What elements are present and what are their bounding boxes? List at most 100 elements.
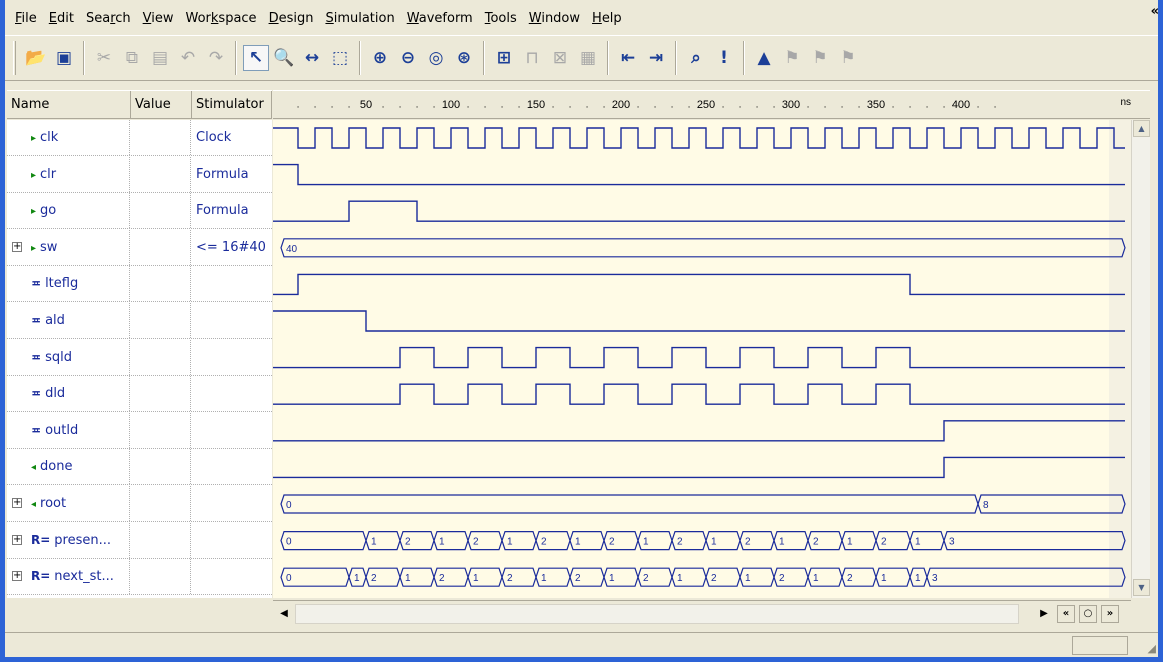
expand-icon[interactable]: + (12, 498, 22, 508)
signal-name[interactable]: ▸ clk (7, 120, 130, 155)
zoom-in-icon[interactable]: ⊕ (367, 45, 393, 71)
signal-row-root[interactable]: + ◂ root (7, 486, 272, 522)
select-region-icon[interactable]: ⬚ (327, 45, 353, 71)
signal-row-clk[interactable]: ▸ clk Clock (7, 120, 272, 156)
scroll-down-icon[interactable]: ▼ (1133, 579, 1150, 596)
expand-icon[interactable]: + (12, 241, 22, 252)
menu-edit[interactable]: Edit (43, 8, 80, 30)
signal-name[interactable]: + R= presen... (7, 522, 130, 558)
scroll-left-icon[interactable]: ◀ (275, 605, 293, 623)
find-icon[interactable]: ⌕ (683, 45, 709, 71)
goto-end-icon[interactable]: » (1101, 605, 1119, 623)
redo-icon[interactable]: ↷ (203, 45, 229, 71)
signal-name[interactable]: + ▸ sw (7, 229, 130, 265)
signal-stimulator[interactable] (192, 523, 272, 558)
time-ruler[interactable]: · · · · · · · · · · · · · · · · · · · · · · · · · · · · · · · · · · 50 100 1… (273, 90, 1150, 119)
goto-start-icon[interactable]: « (1057, 605, 1075, 623)
signal-stimulator[interactable] (192, 449, 272, 484)
ruler-tick: · (637, 103, 640, 113)
expand-icon[interactable]: + (12, 571, 22, 582)
bus-icon[interactable]: ⊠ (547, 45, 573, 71)
horizontal-scrollbar[interactable]: ◀ ▶ « ○ » (273, 600, 1131, 627)
bookmark-prev-icon[interactable]: ⚑ (779, 45, 805, 71)
signal-stimulator[interactable]: Formula (192, 193, 272, 228)
signal-stimulator[interactable]: Formula (192, 157, 272, 192)
vertical-scrollbar[interactable]: ▲ ▼ (1131, 120, 1150, 598)
signal-stimulator[interactable] (192, 303, 272, 338)
zoom-fit-icon[interactable]: ◎ (423, 45, 449, 71)
signal-stimulator[interactable]: Clock (192, 120, 272, 155)
goto-cursor-icon[interactable]: ○ (1079, 605, 1097, 623)
open-folder-icon[interactable]: 📂 (23, 45, 49, 71)
menu-design[interactable]: Design (263, 8, 320, 30)
signal-name[interactable]: ◂ done (7, 449, 130, 485)
scroll-up-icon[interactable]: ▲ (1133, 120, 1150, 137)
signal-stimulator[interactable]: <= 16#40 (192, 230, 272, 265)
signal-name[interactable]: ≖ ald (7, 303, 130, 338)
signal-row-dld[interactable]: ≖ dld (7, 376, 272, 413)
select-pointer-icon[interactable]: ↖ (243, 45, 269, 71)
signal-stimulator[interactable] (192, 340, 272, 375)
zoom-out-icon[interactable]: ⊖ (395, 45, 421, 71)
menu-waveform[interactable]: Waveform (401, 8, 479, 30)
menu-file[interactable]: File (9, 8, 43, 30)
waveform-panel[interactable]: 40 0 8 0 1 2 1 2 1 2 1 2 1 2 1 2 1 2 1 2 1 3 0 1 2 1 2 1 2 1 2 1 2 1 2 1 2 1 2… (273, 120, 1131, 598)
signal-name[interactable]: ≖ lteflg (7, 266, 130, 302)
save-icon[interactable]: ▣ (51, 45, 77, 71)
signal-name[interactable]: ≖ dld (7, 376, 130, 412)
signal-row-sqld[interactable]: ≖ sqld (7, 339, 272, 376)
prev-edge-icon[interactable]: ⇤ (615, 45, 641, 71)
column-header-stimulator[interactable]: Stimulator (192, 91, 272, 119)
signal-row-ald[interactable]: ≖ ald (7, 303, 272, 339)
bookmark-icon[interactable]: ▲ (751, 45, 777, 71)
bookmark-next-icon[interactable]: ⚑ (807, 45, 833, 71)
signal-stimulator[interactable] (192, 486, 272, 521)
menu-window[interactable]: Window (523, 8, 586, 30)
signal-stimulator[interactable] (192, 266, 272, 301)
cut-icon[interactable]: ✂ (91, 45, 117, 71)
bookmark-clear-icon[interactable]: ⚑ (835, 45, 861, 71)
zoom-range-icon[interactable]: ⊛ (451, 45, 477, 71)
signal-stimulator[interactable] (192, 559, 272, 594)
signal-name[interactable]: ≖ outld (7, 412, 130, 448)
copy-icon[interactable]: ⧉ (119, 45, 145, 71)
menu-search[interactable]: Search (80, 8, 137, 30)
find-next-icon[interactable]: ! (711, 45, 737, 71)
scroll-right-icon[interactable]: ▶ (1035, 605, 1053, 623)
menu-tools[interactable]: Tools (479, 8, 523, 30)
signal-name[interactable]: + ◂ root (7, 486, 130, 521)
menu-chevron-icon[interactable]: « (1151, 4, 1159, 19)
signal-row-presen[interactable]: + R= presen... (7, 522, 272, 559)
signal-stimulator[interactable] (192, 413, 272, 448)
toolbar-grip[interactable] (13, 41, 16, 75)
signal-row-clr[interactable]: ▸ clr Formula (7, 156, 272, 193)
edit-stimulus-icon[interactable]: ⊓ (519, 45, 545, 71)
signal-row-go[interactable]: ▸ go Formula (7, 193, 272, 230)
signal-row-done[interactable]: ◂ done (7, 449, 272, 486)
horizontal-scroll-track[interactable] (295, 604, 1019, 624)
signal-row-lteflg[interactable]: ≖ lteflg (7, 266, 272, 303)
measure-icon[interactable]: ↔ (299, 45, 325, 71)
signal-stimulator[interactable] (192, 376, 272, 411)
signal-row-outld[interactable]: ≖ outld (7, 412, 272, 449)
next-edge-icon[interactable]: ⇥ (643, 45, 669, 71)
resize-grip-icon[interactable]: ◢ (1148, 642, 1156, 655)
column-header-name[interactable]: Name (7, 91, 131, 119)
menu-help[interactable]: Help (586, 8, 628, 30)
signal-name[interactable]: + R= next_st... (7, 559, 130, 595)
signal-name[interactable]: ▸ clr (7, 156, 130, 192)
menu-workspace[interactable]: Workspace (180, 8, 263, 30)
signal-row-sw[interactable]: + ▸ sw <= 16#40 (7, 229, 272, 266)
signal-name[interactable]: ▸ go (7, 193, 130, 229)
add-signal-icon[interactable]: ⊞ (491, 45, 517, 71)
zoom-tool-icon[interactable]: 🔍 (271, 45, 297, 71)
column-header-value[interactable]: Value (131, 91, 192, 119)
undo-icon[interactable]: ↶ (175, 45, 201, 71)
expand-icon[interactable]: + (12, 534, 22, 545)
signal-name[interactable]: ≖ sqld (7, 339, 130, 375)
signal-row-next_st[interactable]: + R= next_st... (7, 559, 272, 596)
paste-icon[interactable]: ▤ (147, 45, 173, 71)
menu-simulation[interactable]: Simulation (319, 8, 400, 30)
menu-view[interactable]: View (137, 8, 180, 30)
properties-icon[interactable]: ▦ (575, 45, 601, 71)
